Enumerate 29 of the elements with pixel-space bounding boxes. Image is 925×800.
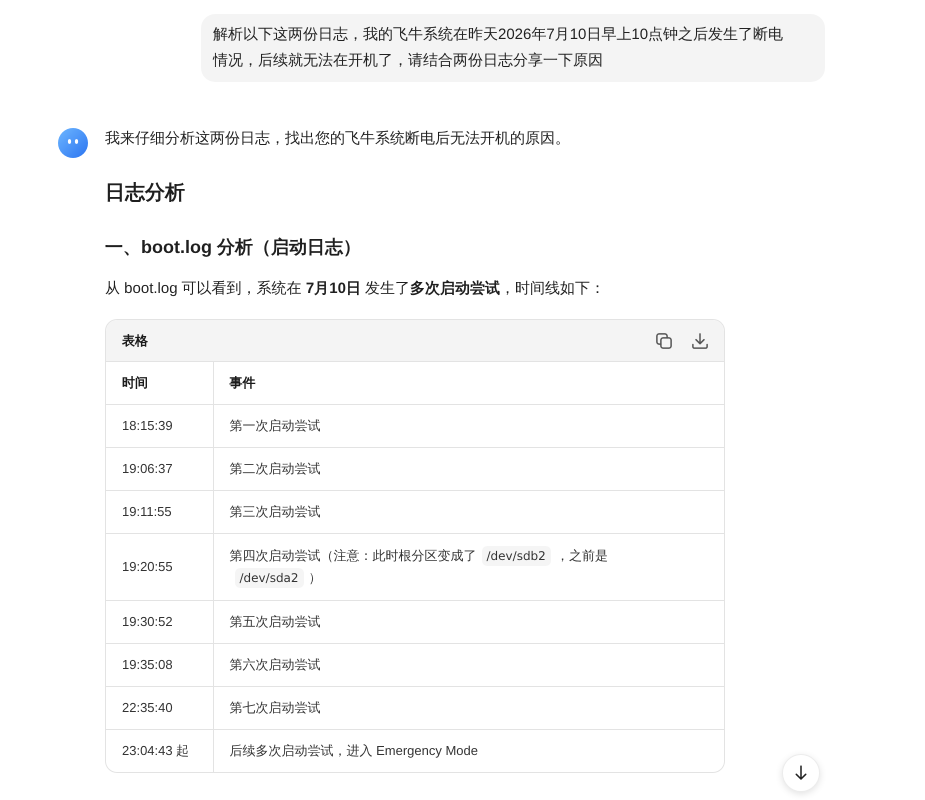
table-cell: 19:30:52 [106,600,213,644]
table-cell: 第二次启动尝试 [213,448,724,490]
table-cell: 第三次启动尝试 [213,490,724,534]
table-cell: 第四次启动尝试（注意：此时根分区变成了 /dev/sdb2 ，之前是 /dev/sda2 ） [213,534,724,600]
table-title: 表格 [122,332,148,350]
section-heading: 日志分析 [105,181,186,206]
table-cell: 18:15:39 [106,404,213,448]
user-message: 解析以下这两份日志，我的飞牛系统在昨天2026年7月10日早上10点钟之后发生了断电情况，后续就无法在开机了，请结合两份日志分享一下原因 [201,14,825,82]
table-cell: 23:04:43 起 [106,730,213,772]
copy-icon [656,332,672,348]
table-cell: 19:06:37 [106,448,213,490]
table-cell: 第一次启动尝试 [213,404,724,448]
subsection-heading: 一、boot.log 分析（启动日志） [105,236,362,259]
table-cell: 第六次启动尝试 [213,644,724,686]
table-cell: 19:35:08 [106,644,213,686]
intro-text: 我来仔细分析这两份日志，找出您的飞牛系统断电后无法开机的原因。 [105,129,571,149]
table-cell: 19:11:55 [106,490,213,534]
arrow-down-icon [795,765,807,781]
column-header: 时间 [106,362,213,404]
table-cell: 第七次启动尝试 [213,686,724,730]
table-cell: 22:35:40 [106,686,213,730]
scroll-down-button[interactable] [782,754,820,792]
avatar-icon [58,128,88,158]
column-header: 事件 [213,362,724,404]
table-cell: 19:20:55 [106,534,213,600]
body-text: 从 boot.log 可以看到，系统在 7月10日 发生了多次启动尝试，时间线如下： [105,279,606,299]
table-cell: 第五次启动尝试 [213,600,724,644]
table-cell: 后续多次启动尝试，进入 Emergency Mode [213,730,724,772]
download-icon [692,332,708,348]
